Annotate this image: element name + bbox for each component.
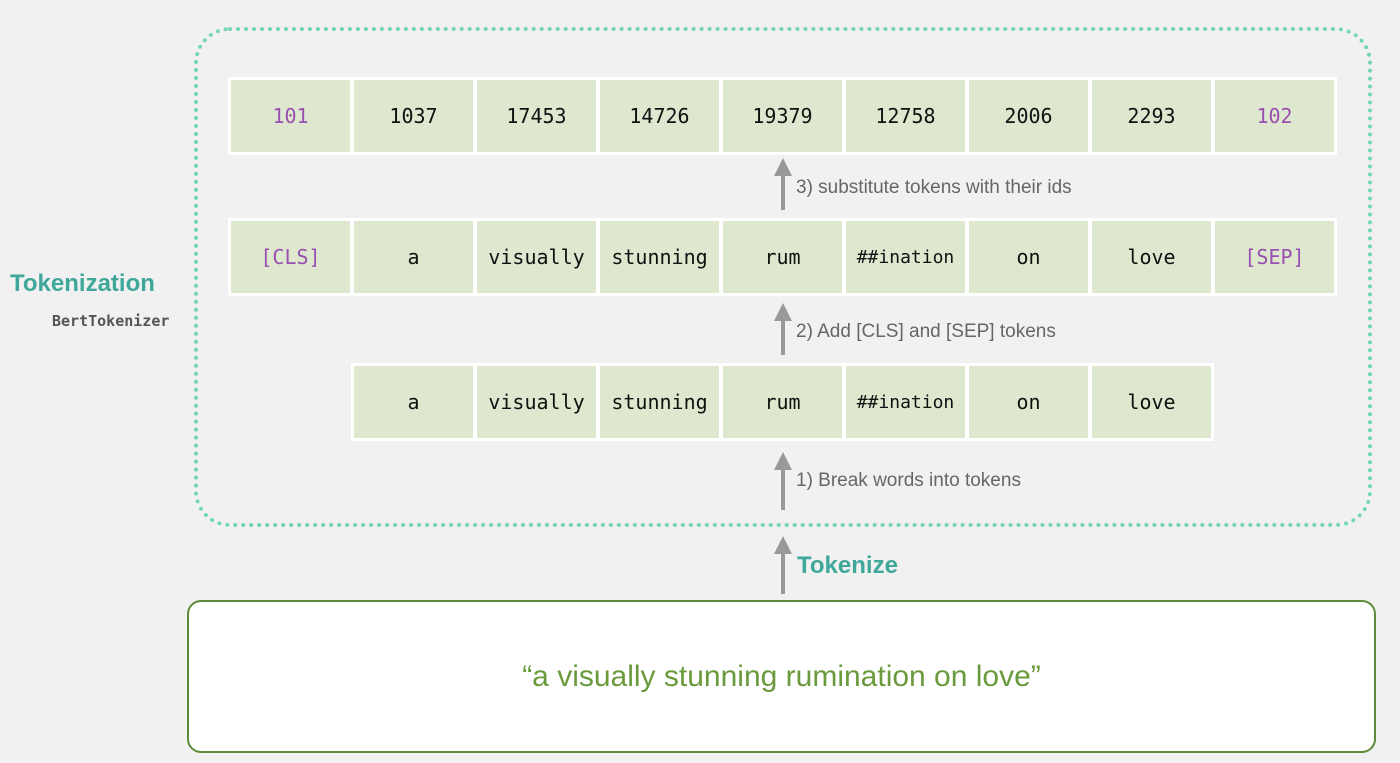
- token-id-cell: 17453: [477, 80, 596, 152]
- tokens-with-special-row: [CLS] a visually stunning rum ##ination …: [228, 218, 1337, 296]
- token-cell: ##ination: [846, 221, 965, 293]
- token-id-cell: 2006: [969, 80, 1088, 152]
- token-cell: rum: [723, 221, 842, 293]
- arrow-up-icon: [773, 452, 793, 510]
- token-cell: [SEP]: [1215, 221, 1334, 293]
- section-title: Tokenization: [10, 270, 155, 297]
- input-sentence: “a visually stunning rumination on love”: [522, 659, 1041, 693]
- arrow-up-icon: [773, 158, 793, 210]
- wordpiece-tokens-row: a visually stunning rum ##ination on lov…: [351, 363, 1214, 441]
- token-cell: ##ination: [846, 366, 965, 438]
- token-id-cell: 1037: [354, 80, 473, 152]
- token-cell: a: [354, 221, 473, 293]
- token-cell: [CLS]: [231, 221, 350, 293]
- token-id-cell: 101: [231, 80, 350, 152]
- token-ids-row: 101 1037 17453 14726 19379 12758 2006 22…: [228, 77, 1337, 155]
- token-id-cell: 2293: [1092, 80, 1211, 152]
- step-1-label: 1) Break words into tokens: [796, 470, 1021, 491]
- token-cell: a: [354, 366, 473, 438]
- token-cell: on: [969, 366, 1088, 438]
- step-2-label: 2) Add [CLS] and [SEP] tokens: [796, 321, 1056, 342]
- token-id-cell: 14726: [600, 80, 719, 152]
- token-id-cell: 19379: [723, 80, 842, 152]
- token-cell: on: [969, 221, 1088, 293]
- input-sentence-box: “a visually stunning rumination on love”: [187, 600, 1376, 753]
- tokenize-label: Tokenize: [797, 552, 898, 579]
- token-cell: rum: [723, 366, 842, 438]
- token-cell: love: [1092, 366, 1211, 438]
- step-3-label: 3) substitute tokens with their ids: [796, 177, 1072, 198]
- arrow-up-icon: [773, 536, 793, 594]
- section-subtitle: BertTokenizer: [52, 312, 170, 330]
- token-id-cell: 12758: [846, 80, 965, 152]
- token-id-cell: 102: [1215, 80, 1334, 152]
- token-cell: stunning: [600, 366, 719, 438]
- token-cell: love: [1092, 221, 1211, 293]
- token-cell: stunning: [600, 221, 719, 293]
- arrow-up-icon: [773, 303, 793, 355]
- token-cell: visually: [477, 366, 596, 438]
- token-cell: visually: [477, 221, 596, 293]
